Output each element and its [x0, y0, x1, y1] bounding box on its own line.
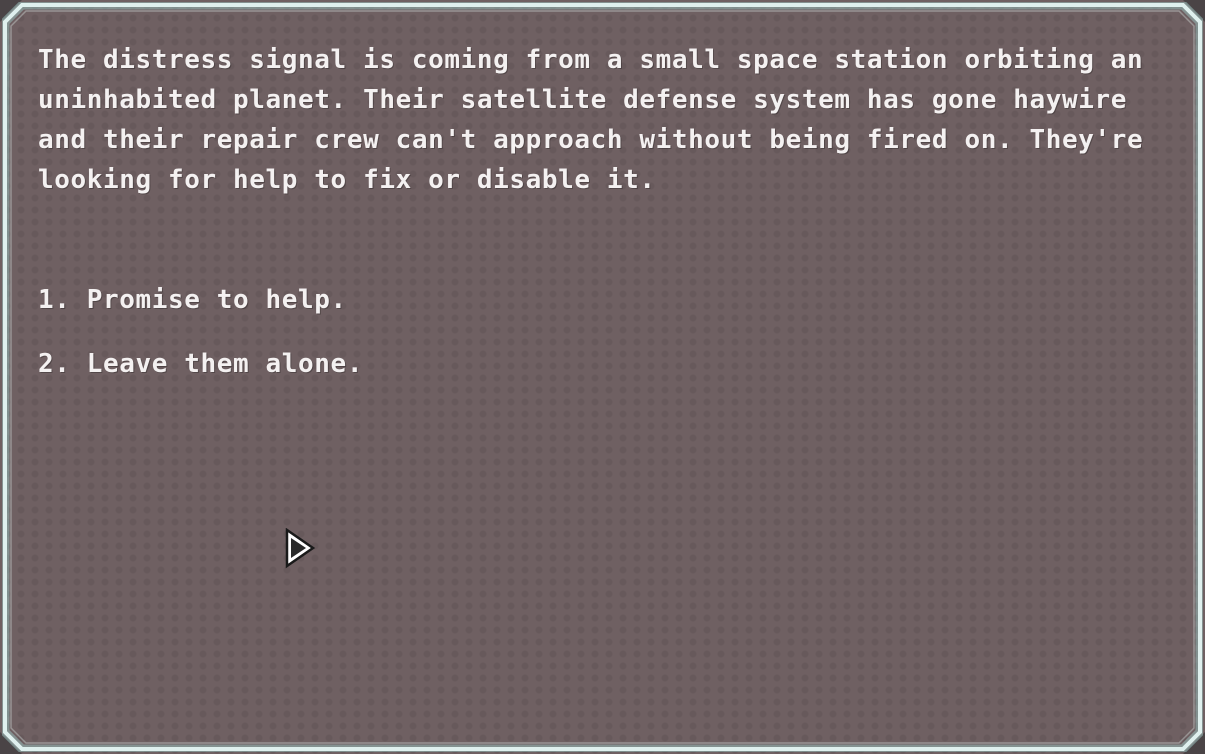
choice-list: 1. Promise to help. 2. Leave them alone.	[38, 280, 363, 408]
choice-promise-to-help[interactable]: 1. Promise to help.	[38, 280, 363, 320]
event-dialog: The distress signal is coming from a sma…	[0, 0, 1205, 754]
choice-leave-them-alone[interactable]: 2. Leave them alone.	[38, 344, 363, 384]
mouse-pointer-icon	[285, 528, 316, 569]
event-description: The distress signal is coming from a sma…	[38, 45, 1144, 195]
